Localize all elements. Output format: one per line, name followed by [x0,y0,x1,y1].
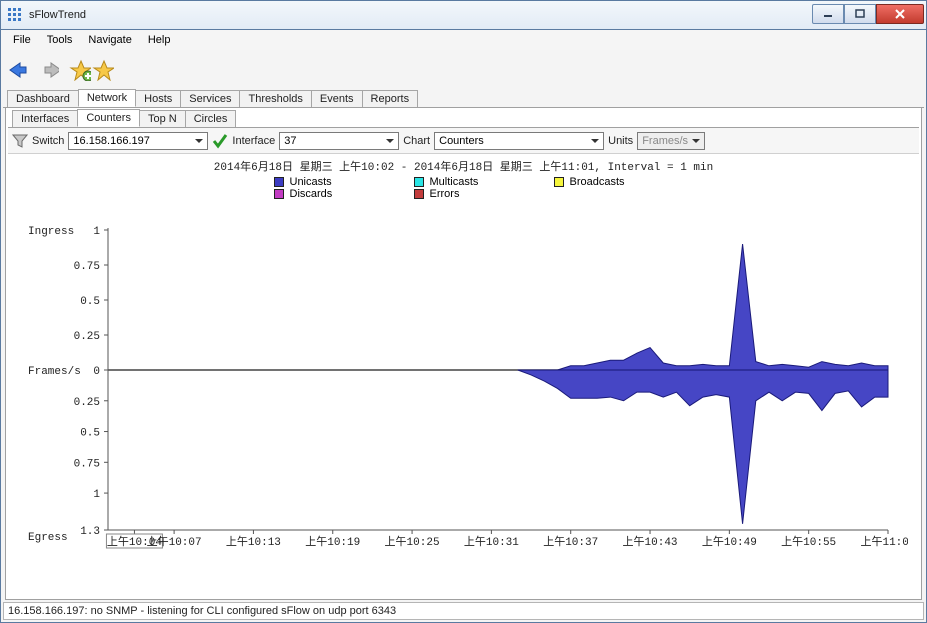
main-tabs: Dashboard Network Hosts Services Thresho… [3,88,924,108]
chart-plot: 1 0.75 0.5 0.25 0 0.25 0.5 0.75 1 1.3 Ingress Frame… [8,200,908,570]
menu-help[interactable]: Help [142,32,177,48]
main-frame: Dashboard Network Hosts Services Thresho… [0,50,927,623]
app-icon [7,7,23,23]
tab-events[interactable]: Events [311,90,363,107]
interface-ok-icon [212,133,228,149]
svg-text:上午10:49: 上午10:49 [702,535,757,549]
legend-errors: Errors [414,188,514,200]
svg-text:上午10:13: 上午10:13 [226,535,281,549]
interface-value: 37 [284,135,296,147]
svg-text:上午11:01: 上午11:01 [860,535,908,549]
svg-text:Frames/s: Frames/s [28,366,81,378]
tab-hosts[interactable]: Hosts [135,90,181,107]
tab-network[interactable]: Network [78,89,136,107]
svg-text:0.25: 0.25 [74,331,100,343]
subtab-topn[interactable]: Top N [139,110,186,127]
switch-combo[interactable]: 16.158.166.197 [68,132,208,150]
units-combo: Frames/s [637,132,705,150]
subtab-circles[interactable]: Circles [185,110,237,127]
statusbar: 16.158.166.197: no SNMP - listening for … [3,602,924,620]
legend-multicasts: Multicasts [414,176,514,188]
svg-text:上午10:55: 上午10:55 [781,535,836,549]
svg-text:0.5: 0.5 [80,296,100,308]
window-title: sFlowTrend [29,9,86,21]
subtab-counters[interactable]: Counters [77,109,140,127]
chart-legend: Unicasts Multicasts Broadcasts [8,176,919,188]
svg-text:0.5: 0.5 [80,428,100,440]
switch-filter-icon[interactable] [12,133,28,149]
chart-legend-2: Discards Errors x [8,188,919,200]
status-text: 16.158.166.197: no SNMP - listening for … [8,605,396,617]
menu-tools[interactable]: Tools [41,32,79,48]
legend-broadcasts: Broadcasts [554,176,654,188]
network-panel: Interfaces Counters Top N Circles Switch… [5,108,922,600]
interface-combo[interactable]: 37 [279,132,399,150]
svg-text:上午10:37: 上午10:37 [543,535,598,549]
tab-dashboard[interactable]: Dashboard [7,90,79,107]
units-label: Units [608,135,633,147]
sub-tabs: Interfaces Counters Top N Circles [8,110,919,128]
svg-text:0.25: 0.25 [74,397,100,409]
svg-text:1.3: 1.3 [80,526,100,538]
chart-combo[interactable]: Counters [434,132,604,150]
interface-label: Interface [232,135,275,147]
svg-text:上午10:25: 上午10:25 [385,535,440,549]
favorite-add-button[interactable] [69,59,91,81]
svg-text:1: 1 [93,226,100,238]
forward-button[interactable] [37,59,59,81]
svg-text:上午10:31: 上午10:31 [464,535,519,549]
tab-thresholds[interactable]: Thresholds [239,90,311,107]
tab-reports[interactable]: Reports [362,90,419,107]
svg-text:Egress: Egress [28,532,68,544]
close-button[interactable] [876,4,924,24]
switch-label: Switch [32,135,64,147]
minimize-button[interactable] [812,4,844,24]
svg-text:1: 1 [93,489,100,501]
maximize-button[interactable] [844,4,876,24]
svg-text:0.75: 0.75 [74,458,100,470]
chart-label: Chart [403,135,430,147]
menubar: File Tools Navigate Help [0,30,927,50]
svg-text:上午10:07: 上午10:07 [147,535,202,549]
legend-unicasts: Unicasts [274,176,374,188]
legend-discards: Discards [274,188,374,200]
switch-value: 16.158.166.197 [73,135,149,147]
tab-services[interactable]: Services [180,90,240,107]
menu-navigate[interactable]: Navigate [82,32,137,48]
favorite-button[interactable] [92,59,114,81]
units-value: Frames/s [642,135,688,147]
svg-text:Ingress: Ingress [28,226,74,238]
chart-type-value: Counters [439,135,484,147]
filter-row: Switch 16.158.166.197 Interface 37 Chart… [8,128,919,154]
svg-text:0: 0 [93,366,100,378]
chart-title: 2014年6月18日 星期三 上午10:02 - 2014年6月18日 星期三 … [8,158,919,174]
toolbar [3,52,924,88]
back-button[interactable] [7,59,29,81]
subtab-interfaces[interactable]: Interfaces [12,110,78,127]
svg-text:上午10:43: 上午10:43 [623,535,678,549]
window-buttons [812,4,926,26]
titlebar: sFlowTrend [0,0,927,30]
chart-area: 2014年6月18日 星期三 上午10:02 - 2014年6月18日 星期三 … [8,154,919,584]
svg-text:0.75: 0.75 [74,261,100,273]
menu-file[interactable]: File [7,32,37,48]
svg-text:上午10:19: 上午10:19 [305,535,360,549]
